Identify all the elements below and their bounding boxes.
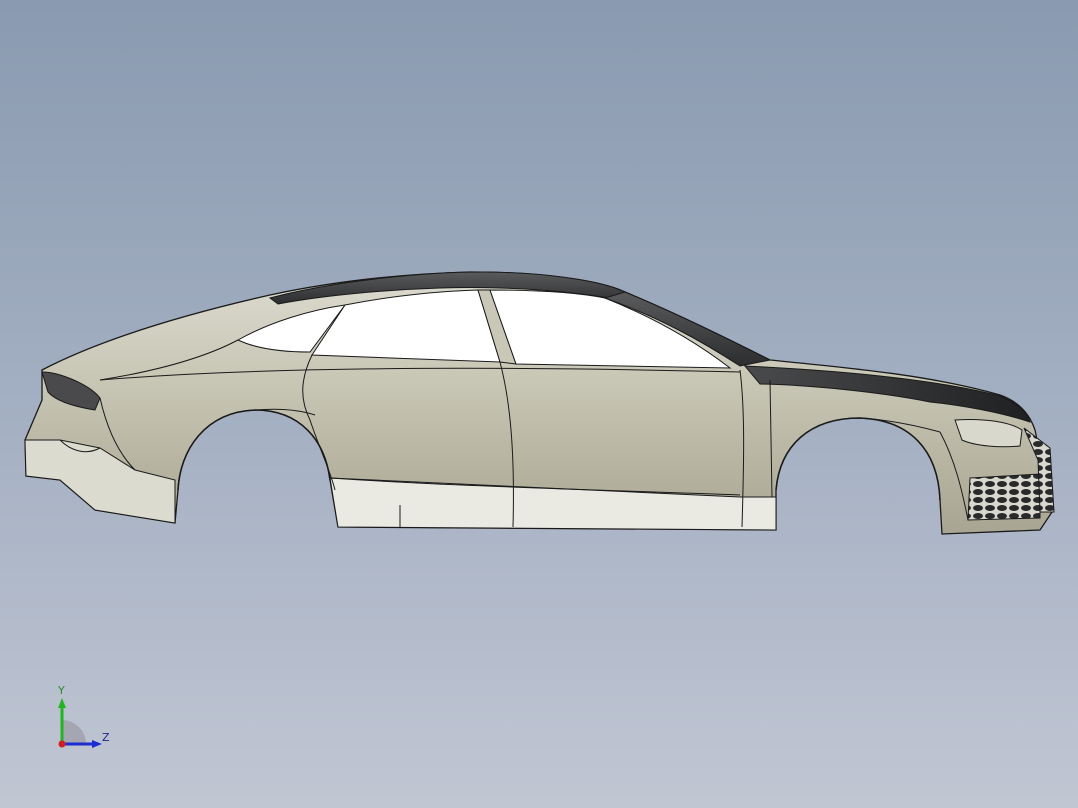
x-axis-point <box>58 740 66 748</box>
orientation-triad[interactable]: Y Z <box>40 680 130 770</box>
triad-quadrant <box>62 720 86 744</box>
triad-axes <box>58 698 102 748</box>
y-axis-label: Y <box>58 684 65 697</box>
front-grille <box>967 473 1041 521</box>
graphics-viewport[interactable]: Y Z <box>0 0 1078 808</box>
car-body-model[interactable] <box>0 0 1078 808</box>
y-axis-arrowhead <box>58 698 66 708</box>
z-axis-label: Z <box>102 731 110 744</box>
z-axis-arrowhead <box>92 740 102 748</box>
